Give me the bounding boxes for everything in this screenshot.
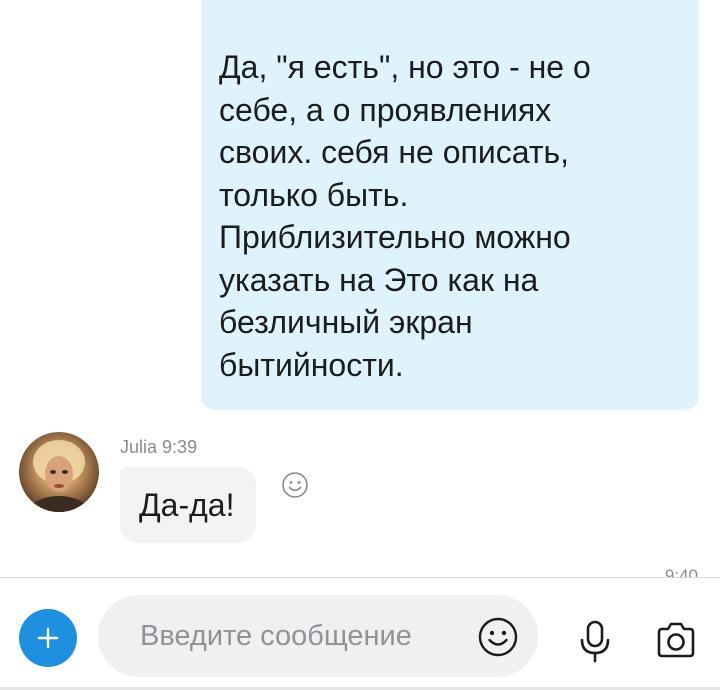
plus-icon bbox=[37, 627, 59, 649]
incoming-message-bubble[interactable]: Да-да! bbox=[120, 467, 257, 543]
microphone-icon bbox=[580, 620, 610, 663]
add-button[interactable] bbox=[19, 609, 77, 667]
outgoing-message-bubble[interactable]: Да, "я есть", но это - не о себе, а о пр… bbox=[201, 0, 699, 410]
message-time: 9:39 bbox=[162, 437, 198, 457]
camera-button[interactable] bbox=[655, 620, 697, 660]
message-field[interactable] bbox=[98, 595, 538, 677]
voice-message-button[interactable] bbox=[578, 620, 612, 664]
sender-name: Julia bbox=[120, 437, 158, 457]
avatar[interactable] bbox=[19, 432, 99, 512]
avatar-photo bbox=[29, 440, 89, 512]
message-input[interactable] bbox=[140, 619, 460, 653]
smiley-icon[interactable] bbox=[281, 471, 309, 499]
emoji-icon bbox=[478, 617, 518, 657]
chat-area: Да, "я есть", но это - не о себе, а о пр… bbox=[0, 0, 720, 578]
emoji-button[interactable] bbox=[477, 616, 519, 658]
sender-line: Julia 9:39 bbox=[120, 437, 197, 458]
outgoing-message-text: Да, "я есть", но это - не о себе, а о пр… bbox=[219, 49, 591, 383]
camera-icon bbox=[657, 622, 695, 658]
incoming-message-text: Да-да! bbox=[139, 486, 235, 523]
